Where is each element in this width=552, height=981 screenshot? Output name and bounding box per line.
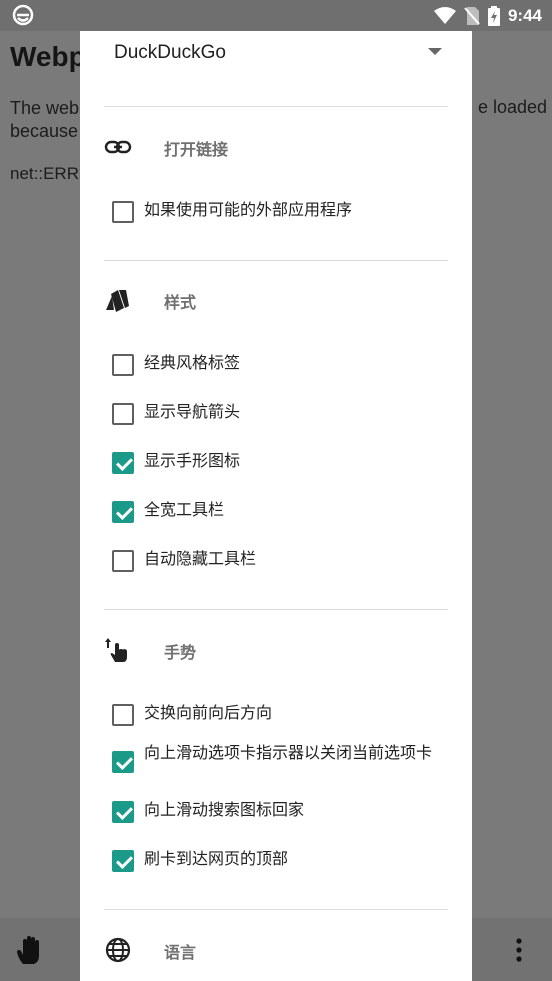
battery-charging-icon (487, 5, 500, 26)
webpage-text: The web because (10, 98, 80, 141)
palette-icon (106, 290, 129, 312)
link-icon (104, 140, 132, 154)
option-autohide-toolbar[interactable]: 自动隐藏工具栏 (112, 548, 452, 574)
webpage-title: Webp (10, 41, 86, 72)
search-engine-dropdown[interactable]: DuckDuckGo (80, 31, 472, 83)
divider (104, 106, 448, 107)
status-bar: 9:44 (0, 0, 552, 31)
option-label: 交换向前向后方向 (144, 703, 273, 722)
option-label: 经典风格标签 (144, 353, 241, 372)
more-options-icon[interactable] (516, 938, 522, 962)
option-hand-icon[interactable]: 显示手形图标 (112, 450, 452, 476)
checkbox-checked[interactable] (112, 850, 134, 872)
browser-app-icon (12, 4, 34, 26)
no-sim-icon (464, 6, 480, 25)
divider (104, 260, 448, 261)
checkbox[interactable] (112, 550, 134, 572)
checkbox[interactable] (112, 201, 134, 223)
section-title: 语言 (164, 943, 197, 962)
hand-icon[interactable] (14, 934, 46, 966)
option-external-apps[interactable]: 如果使用可能的外部应用程序 (112, 199, 452, 225)
checkbox-checked[interactable] (112, 501, 134, 523)
option-swipe-top[interactable]: 刷卡到达网页的顶部 (112, 848, 452, 874)
divider (104, 609, 448, 610)
option-nav-arrows[interactable]: 显示导航箭头 (112, 401, 452, 427)
status-time: 9:44 (507, 5, 542, 25)
wifi-icon (433, 6, 456, 24)
section-style: 样式 (104, 280, 448, 320)
option-label: 刷卡到达网页的顶部 (144, 849, 289, 868)
webpage-text-right: e loaded (478, 97, 548, 117)
dropdown-arrow-icon (428, 48, 442, 55)
webpage-error-code: net::ERR (10, 164, 79, 183)
option-swap-direction[interactable]: 交换向前向后方向 (112, 702, 452, 728)
search-engine-value: DuckDuckGo (114, 42, 226, 63)
divider (104, 909, 448, 910)
option-label: 显示手形图标 (144, 451, 241, 470)
option-label: 向上滑动搜索图标回家 (144, 800, 305, 819)
option-swipe-close-tab[interactable]: 向上滑动选项卡指示器以关闭当前选项卡 (112, 742, 452, 773)
option-classic-tabs[interactable]: 经典风格标签 (112, 352, 452, 378)
section-gestures: 手势 (104, 630, 448, 670)
option-label: 自动隐藏工具栏 (144, 549, 257, 568)
section-title: 手势 (164, 643, 197, 662)
section-language: 语言 (104, 930, 448, 970)
option-label: 显示导航箭头 (144, 402, 241, 421)
checkbox-checked[interactable] (112, 751, 134, 773)
option-label: 向上滑动选项卡指示器以关闭当前选项卡 (144, 743, 433, 762)
swipe-gesture-icon (105, 638, 127, 662)
section-title: 打开链接 (164, 140, 229, 159)
checkbox-checked[interactable] (112, 452, 134, 474)
checkbox[interactable] (112, 704, 134, 726)
option-swipe-home[interactable]: 向上滑动搜索图标回家 (112, 799, 452, 825)
option-label: 如果使用可能的外部应用程序 (144, 200, 353, 219)
checkbox[interactable] (112, 403, 134, 425)
option-full-width-toolbar[interactable]: 全宽工具栏 (112, 499, 452, 525)
section-title: 样式 (164, 293, 197, 312)
section-open-links: 打开链接 (104, 127, 448, 167)
globe-icon (105, 937, 131, 963)
settings-dialog: DuckDuckGo 打开链接 如果使用可能的外部应用程序 样式 经典风格标签 … (80, 31, 472, 981)
checkbox[interactable] (112, 354, 134, 376)
checkbox-checked[interactable] (112, 801, 134, 823)
option-label: 全宽工具栏 (144, 500, 225, 519)
